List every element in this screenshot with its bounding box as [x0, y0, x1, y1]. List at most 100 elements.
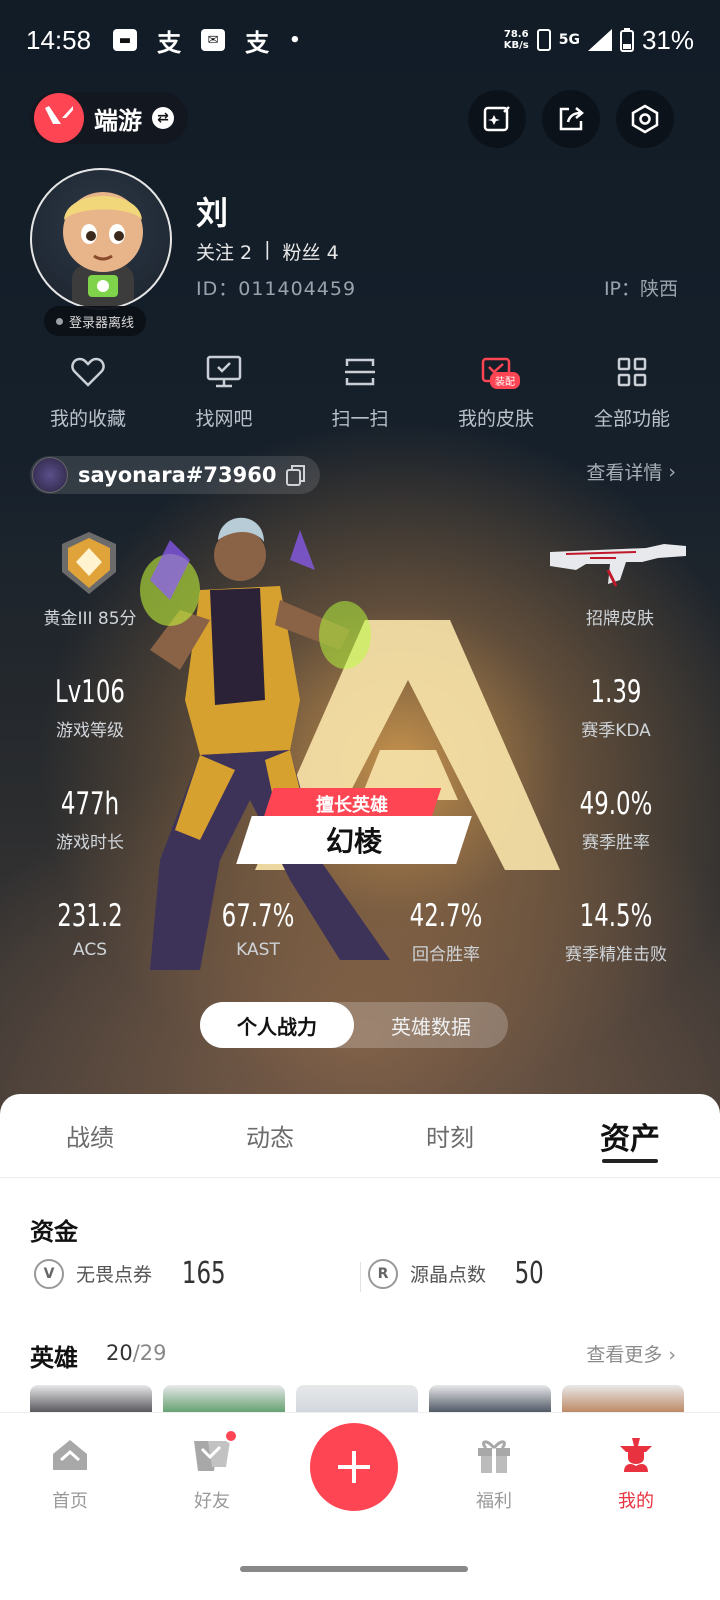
- mail-icon: ✉: [201, 29, 226, 51]
- stat-kda: 1.39 赛季KDA: [536, 674, 696, 741]
- quick-action-label: 我的收藏: [49, 408, 126, 430]
- user-id: ID：011404459: [196, 278, 357, 300]
- fans-count[interactable]: 粉丝 4: [283, 238, 339, 265]
- launcher-status: 登录器离线: [69, 315, 135, 331]
- following-count[interactable]: 关注 2: [196, 238, 252, 265]
- grid-icon: [612, 352, 652, 392]
- radianite-points: R 源晶点数 50: [368, 1256, 546, 1291]
- battery-icon: [619, 28, 634, 52]
- alipay-icon: 支: [157, 28, 182, 57]
- me-icon: [616, 1435, 656, 1475]
- stat-playtime: 477h 游戏时长: [10, 786, 170, 853]
- avatar[interactable]: [30, 168, 172, 310]
- net-speed-unit: KB/s: [503, 40, 529, 51]
- plus-icon: [338, 1451, 370, 1483]
- notification-icons: ▬ 支 ✉ 支 •: [113, 23, 301, 58]
- game-switcher[interactable]: 端游 ⇄: [30, 92, 188, 144]
- more-dot-icon: •: [289, 29, 301, 51]
- game-name: 端游: [94, 106, 142, 135]
- quick-action-net-cafe[interactable]: 找网吧: [156, 352, 292, 431]
- stat-label: 赛季KDA: [581, 721, 651, 741]
- toggle-personal-power[interactable]: 个人战力: [200, 1002, 354, 1048]
- riot-id: sayonara#73960: [78, 463, 277, 487]
- quick-action-label: 扫一扫: [331, 408, 389, 430]
- network-type: 5G: [558, 32, 580, 48]
- hero-thumbnail[interactable]: [163, 1385, 285, 1413]
- card-edit-button[interactable]: [468, 90, 526, 148]
- valorant-points-label: 无畏点券: [76, 1264, 153, 1286]
- main-hero-tag-label: 擅长英雄: [316, 795, 388, 816]
- weapon-skin-image: [550, 544, 686, 587]
- home-indicator: [240, 1566, 468, 1572]
- chevron-right-icon: ›: [668, 1344, 676, 1366]
- stat-value: 42.7%: [409, 898, 483, 934]
- hero-thumbnails: [30, 1385, 690, 1413]
- home-icon: [50, 1435, 90, 1475]
- radianite-points-value: 50: [514, 1256, 544, 1291]
- radianite-points-label: 源晶点数: [410, 1264, 487, 1286]
- stat-label: 回合胜率: [412, 945, 480, 965]
- hero-thumbnail[interactable]: [429, 1385, 551, 1413]
- stat-label: KAST: [236, 940, 280, 960]
- skin-label: 招牌皮肤: [586, 609, 654, 629]
- settings-button[interactable]: [616, 90, 674, 148]
- stat-value: 231.2: [57, 898, 123, 934]
- settings-hexagon-icon: [631, 104, 659, 134]
- quick-action-skins[interactable]: 装配 我的皮肤: [428, 352, 564, 431]
- valorant-logo-icon: [34, 93, 84, 143]
- nav-home[interactable]: 首页: [20, 1435, 120, 1513]
- nav-me[interactable]: 我的: [586, 1435, 686, 1513]
- follow-stats: 关注 2 | 粉丝 4: [196, 238, 339, 265]
- toggle-hero-data[interactable]: 英雄数据: [354, 1002, 508, 1048]
- stats-mode-toggle: 个人战力 英雄数据: [200, 1002, 508, 1048]
- tab-assets[interactable]: 资产: [540, 1094, 720, 1177]
- valorant-points-value: 165: [181, 1256, 226, 1291]
- status-time: 14:58: [26, 24, 92, 55]
- main-hero-name-plate[interactable]: 幻棱: [236, 816, 472, 864]
- follow-separator: |: [264, 238, 271, 260]
- stat-value: 477h: [60, 786, 120, 822]
- create-post-button[interactable]: [310, 1423, 398, 1511]
- stat-winrate: 49.0% 赛季胜率: [536, 786, 696, 853]
- sim-icon: [536, 29, 551, 51]
- stat-value: 1.39: [590, 674, 642, 710]
- share-button[interactable]: [542, 90, 600, 148]
- stat-label: 游戏等级: [56, 721, 124, 741]
- stat-label: 游戏时长: [56, 833, 124, 853]
- rank-label: 黄金III 85分: [43, 609, 137, 629]
- nav-label: 首页: [52, 1491, 88, 1512]
- riot-id-pill[interactable]: sayonara#73960: [30, 456, 321, 494]
- nav-label: 福利: [476, 1491, 512, 1512]
- equip-badge: 装配: [490, 372, 520, 389]
- net-speed-value: 78.6: [503, 29, 529, 40]
- quick-action-label: 我的皮肤: [457, 408, 534, 430]
- hero-thumbnail[interactable]: [296, 1385, 418, 1413]
- signal-icon: [587, 29, 612, 51]
- card-edit-icon: [483, 106, 510, 132]
- view-details-link[interactable]: 查看详情 ›: [586, 458, 676, 485]
- stat-value: 49.0%: [579, 786, 653, 822]
- quick-action-favorites[interactable]: 我的收藏: [20, 352, 156, 431]
- quick-actions: 我的收藏 找网吧 扫一扫 装配 我的皮肤 全部功能: [20, 352, 700, 431]
- hero-thumbnail[interactable]: [562, 1385, 684, 1413]
- nav-friends[interactable]: 好友: [162, 1429, 262, 1513]
- quick-action-scan[interactable]: 扫一扫: [292, 352, 428, 431]
- player-card-avatar: [32, 457, 68, 493]
- heroes-count: 20/29: [106, 1341, 167, 1365]
- view-more-link[interactable]: 查看更多 ›: [586, 1340, 676, 1367]
- stat-round-win: 42.7% 回合胜率: [366, 898, 526, 965]
- nav-welfare[interactable]: 福利: [444, 1435, 544, 1513]
- heroes-title: 英雄: [30, 1344, 78, 1372]
- tab-moments[interactable]: 时刻: [360, 1094, 540, 1177]
- stat-value: 14.5%: [579, 898, 653, 934]
- notification-dot: [224, 1429, 238, 1443]
- quick-action-all-features[interactable]: 全部功能: [564, 352, 700, 431]
- copy-icon[interactable]: [286, 464, 306, 486]
- tab-feed[interactable]: 动态: [180, 1094, 360, 1177]
- hero-thumbnail[interactable]: [30, 1385, 152, 1413]
- skin-icon: 装配: [476, 352, 520, 392]
- tab-record[interactable]: 战绩: [0, 1094, 180, 1177]
- share-icon: [559, 107, 584, 131]
- friends-icon: [192, 1429, 238, 1475]
- view-details-label: 查看详情: [586, 462, 663, 484]
